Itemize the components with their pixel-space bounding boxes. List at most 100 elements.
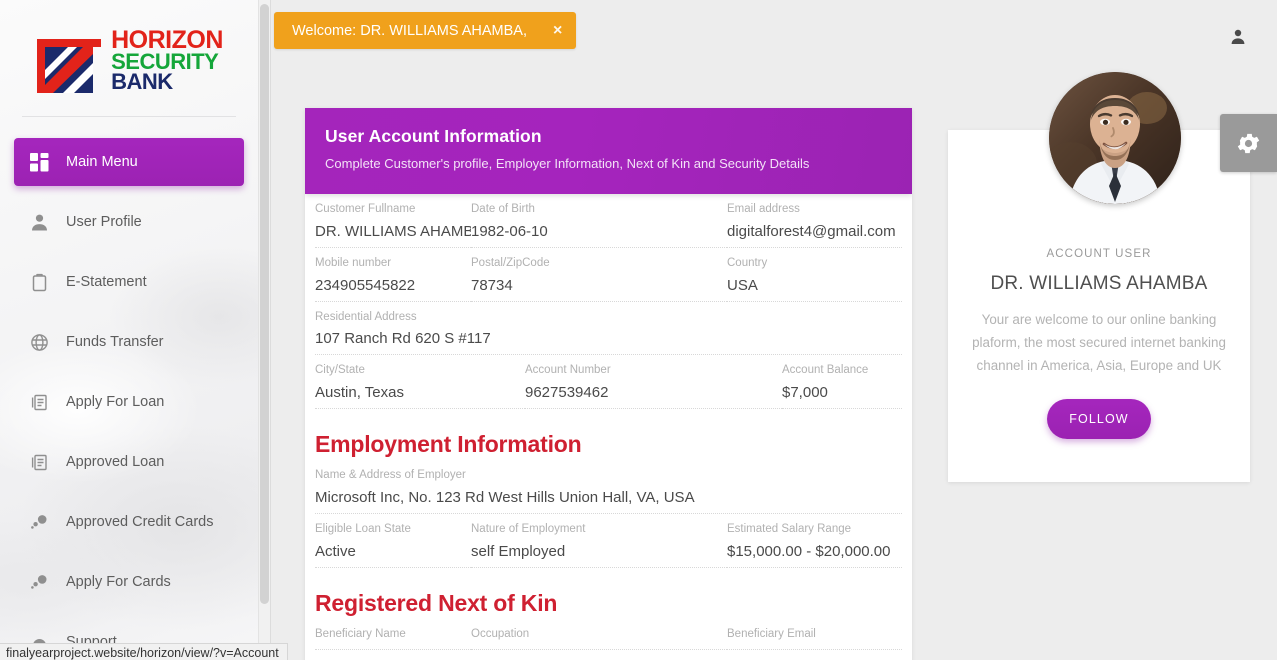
field-email-address: Email address digitalforest4@gmail.com — [727, 194, 902, 248]
welcome-alert: Welcome: DR. WILLIAMS AHAMBA, × — [274, 12, 577, 49]
sidebar-item-label: Main Menu — [66, 154, 138, 170]
field-label: Account Balance — [782, 364, 869, 377]
sidebar-item-label: E-Statement — [66, 274, 147, 290]
page-title: User Account Information — [325, 126, 542, 146]
field-label: Email address — [727, 203, 800, 215]
document-icon — [30, 390, 60, 414]
sidebar-item-e-statement[interactable]: E-Statement — [14, 258, 244, 306]
field-value: self Employed — [471, 542, 566, 560]
avatar — [1049, 72, 1181, 204]
field-account-number: Account Number 9627539462 — [525, 355, 782, 410]
bubbles-icon — [30, 510, 60, 534]
field-estimated-salary-range: Estimated Salary Range $15,000.00 - $20,… — [727, 514, 902, 568]
page-scrollbar[interactable] — [258, 0, 271, 660]
field-label: Mobile number — [315, 256, 392, 269]
field-label: Customer Fullname — [315, 203, 416, 215]
field-label: Nature of Employment — [471, 522, 586, 535]
field-value: USA — [727, 276, 758, 294]
sidebar-item-apply-for-cards[interactable]: Apply For Cards — [14, 558, 244, 606]
sidebar-item-label: User Profile — [66, 214, 142, 230]
grid-icon — [30, 150, 60, 174]
next-of-kin-heading: Registered Next of Kin — [315, 589, 558, 616]
field-mobile-number: Mobile number 234905545822 — [315, 248, 471, 302]
field-label: City/State — [315, 364, 365, 377]
field-country: Country USA — [727, 248, 902, 302]
field-value: Active — [315, 542, 356, 560]
field-label: Occupation — [471, 627, 530, 640]
sidebar-item-main-menu[interactable]: Main Menu — [14, 138, 244, 186]
field-row: Mobile number 234905545822 Postal/ZipCod… — [315, 248, 902, 302]
field-eligible-loan-state: Eligible Loan State Active — [315, 514, 471, 568]
settings-gear-button[interactable] — [1220, 114, 1277, 172]
field-row: Residential Address 107 Ranch Rd 620 S #… — [315, 302, 902, 356]
field-account-balance: Account Balance $7,000 — [782, 355, 902, 410]
follow-button[interactable]: FOLLOW — [1047, 399, 1151, 440]
card-header: User Account Information Complete Custom… — [305, 108, 912, 194]
document-icon — [30, 450, 60, 474]
field-label: Beneficiary Email — [727, 627, 816, 640]
field-row: Name & Address of Employer Microsoft Inc… — [315, 460, 902, 514]
horizon-logo-icon — [31, 23, 107, 99]
field-value: Austin, Texas — [315, 384, 404, 402]
field-row: Eligible Loan State Active Nature of Emp… — [315, 514, 902, 568]
field-label: Country — [727, 256, 768, 269]
field-label: Estimated Salary Range — [727, 522, 852, 535]
sidebar-item-funds-transfer[interactable]: Funds Transfer — [14, 318, 244, 366]
user-account-information-card: User Account Information Complete Custom… — [305, 108, 912, 660]
account-icon[interactable] — [1227, 26, 1249, 48]
field-city-state: City/State Austin, Texas — [315, 355, 525, 410]
field-nature-of-employment: Nature of Employment self Employed — [471, 514, 727, 568]
sidebar-item-approved-credit-cards[interactable]: Approved Credit Cards — [14, 498, 244, 546]
field-value: $7,000 — [782, 384, 828, 402]
clipboard-icon — [30, 270, 60, 294]
field-row: Customer Fullname DR. WILLIAMS AHAMBA Da… — [315, 194, 902, 248]
brand-line-3: BANK — [111, 69, 173, 94]
card-subtitle: Complete Customer's profile, Employer In… — [325, 156, 810, 171]
sidebar: HORIZON SECURITY BANK Main Menu User Pro… — [0, 0, 258, 660]
field-postal-zipcode: Postal/ZipCode 78734 — [471, 248, 727, 302]
sidebar-item-label: Apply For Loan — [66, 394, 165, 410]
employment-information-heading: Employment Information — [315, 431, 582, 458]
main-content: Welcome: DR. WILLIAMS AHAMBA, × User Acc… — [272, 0, 1277, 660]
field-label: Date of Birth — [471, 203, 535, 215]
sidebar-item-label: Approved Credit Cards — [66, 514, 214, 530]
field-row: Beneficiary Name Occupation Beneficiary … — [315, 619, 902, 650]
field-value: 78734 — [471, 276, 513, 294]
field-date-of-birth: Date of Birth 1982-06-10 — [471, 194, 727, 248]
field-value: $15,000.00 - $20,000.00 — [727, 542, 891, 560]
field-label: Postal/ZipCode — [471, 256, 550, 269]
field-value: digitalforest4@gmail.com — [727, 222, 896, 240]
globe-icon — [30, 330, 60, 354]
sidebar-divider — [22, 116, 236, 117]
person-icon — [30, 210, 60, 234]
field-label: Name & Address of Employer — [315, 469, 466, 482]
sidebar-item-label: Apply For Cards — [66, 574, 171, 590]
account-user-role-label: ACCOUNT USER — [1046, 248, 1152, 260]
field-employer: Name & Address of Employer Microsoft Inc… — [315, 460, 902, 514]
field-value: 1982-06-10 — [471, 222, 548, 240]
sidebar-item-approved-loan[interactable]: Approved Loan — [14, 438, 244, 486]
brand-logo-text: HORIZON SECURITY BANK — [111, 27, 223, 94]
sidebar-menu: Main Menu User Profile E-Statement Funds… — [0, 138, 258, 660]
sidebar-item-apply-for-loan[interactable]: Apply For Loan — [14, 378, 244, 426]
field-row: City/State Austin, Texas Account Number … — [315, 355, 902, 410]
field-value: 9627539462 — [525, 384, 609, 402]
status-bar-url: finalyearproject.website/horizon/view/?v… — [0, 643, 288, 660]
field-value: 107 Ranch Rd 620 S #117 — [315, 330, 491, 348]
card-body: Customer Fullname DR. WILLIAMS AHAMBA Da… — [305, 194, 912, 650]
scrollbar-thumb[interactable] — [260, 4, 269, 604]
field-value: Microsoft Inc, No. 123 Rd West Hills Uni… — [315, 488, 695, 506]
field-value: DR. WILLIAMS AHAMBA — [315, 222, 471, 240]
field-label: Residential Address — [315, 310, 417, 323]
bubbles-icon — [30, 570, 60, 594]
field-beneficiary-name: Beneficiary Name — [315, 619, 471, 650]
field-occupation: Occupation — [471, 619, 727, 650]
welcome-alert-text: Welcome: DR. WILLIAMS AHAMBA, — [292, 22, 528, 39]
field-value: 234905545822 — [315, 276, 416, 294]
sidebar-item-label: Approved Loan — [66, 454, 165, 470]
brand-logo[interactable]: HORIZON SECURITY BANK — [0, 8, 258, 113]
account-user-description: Your are welcome to our online banking p… — [972, 312, 1226, 374]
sidebar-item-label: Funds Transfer — [66, 334, 164, 350]
sidebar-item-user-profile[interactable]: User Profile — [14, 198, 244, 246]
close-icon[interactable]: × — [553, 22, 562, 39]
